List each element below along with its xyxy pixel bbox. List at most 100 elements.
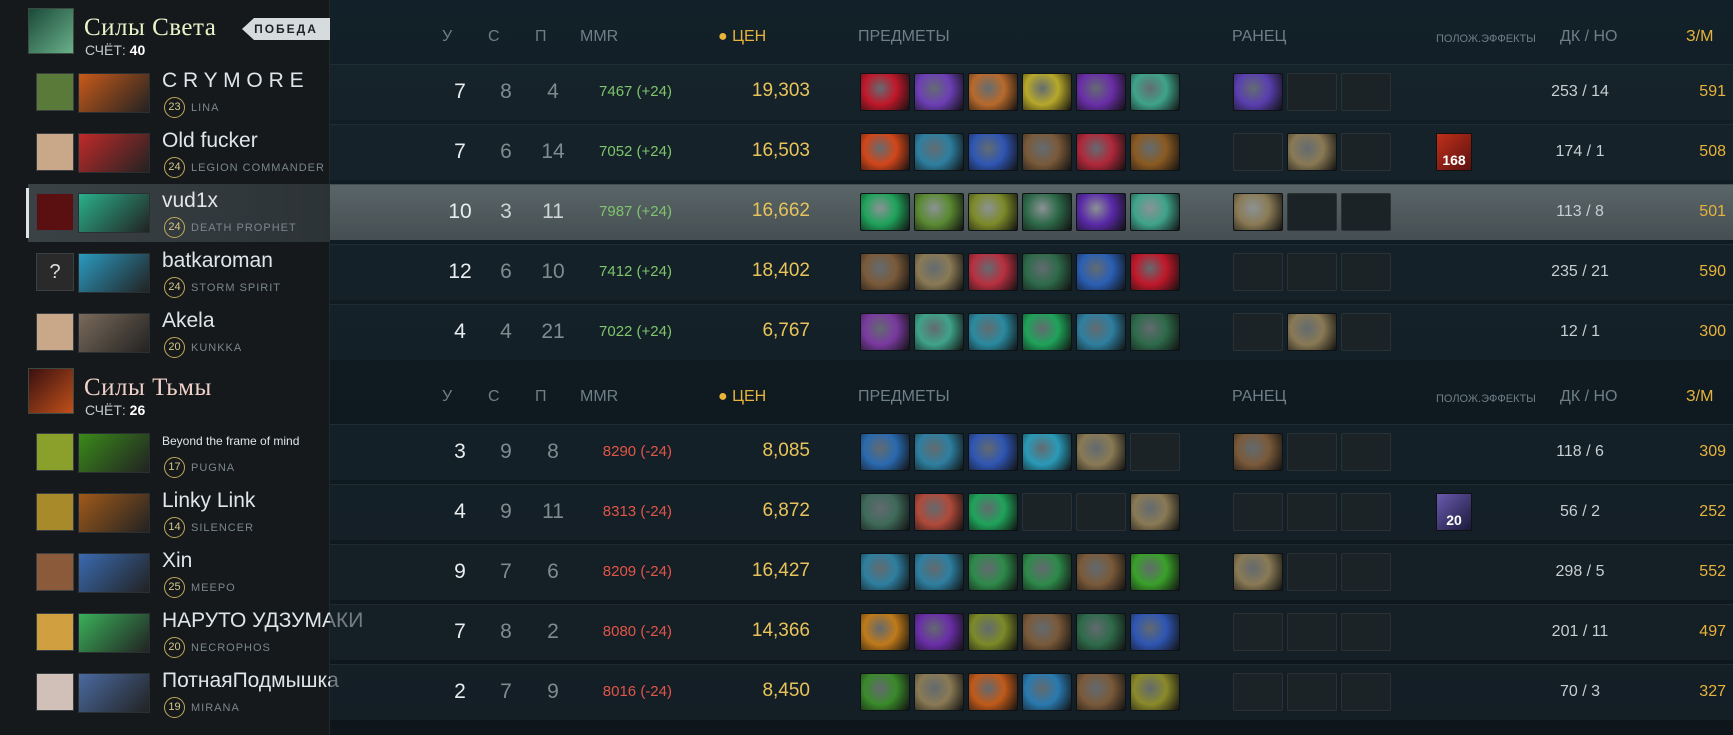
player-name[interactable]: ПотнаяПодмышка: [162, 669, 339, 693]
backpack-item-icon[interactable]: [1233, 73, 1283, 111]
player-row[interactable]: ? batkaroman 24 STORM SPIRIT: [28, 244, 330, 302]
player-row[interactable]: C R Y M O R E 23 LINA: [28, 64, 330, 122]
empty-backpack-slot[interactable]: [1287, 73, 1337, 111]
column-header-gpm[interactable]: З/М: [1686, 388, 1713, 406]
empty-item-slot[interactable]: [1076, 493, 1126, 531]
player-row[interactable]: vud1x 24 DEATH PROPHET: [26, 184, 330, 242]
empty-backpack-slot[interactable]: [1341, 313, 1391, 351]
item-icon[interactable]: [914, 493, 964, 531]
item-icon[interactable]: [1022, 73, 1072, 111]
column-header-backpack[interactable]: РАНЕЦ: [1232, 388, 1286, 406]
player-row[interactable]: НАРУТО УДЗУМАКИ 20 NECROPHOS: [28, 604, 363, 662]
avatar[interactable]: [36, 133, 74, 171]
player-name[interactable]: C R Y M O R E: [162, 69, 304, 93]
item-icon[interactable]: [1076, 73, 1126, 111]
item-icon[interactable]: [860, 73, 910, 111]
column-header-mmr[interactable]: MMR: [580, 388, 618, 406]
column-header-gpm[interactable]: З/М: [1686, 28, 1713, 46]
empty-backpack-slot[interactable]: [1287, 193, 1337, 231]
column-header-lhdn[interactable]: ДК / НО: [1560, 28, 1618, 46]
backpack-item-icon[interactable]: [1233, 193, 1283, 231]
empty-item-slot[interactable]: [1130, 433, 1180, 471]
item-icon[interactable]: [860, 313, 910, 351]
item-icon[interactable]: [1076, 193, 1126, 231]
column-header-lhdn[interactable]: ДК / НО: [1560, 388, 1618, 406]
item-icon[interactable]: [914, 433, 964, 471]
item-icon[interactable]: [1022, 553, 1072, 591]
item-icon[interactable]: [1076, 673, 1126, 711]
item-icon[interactable]: [860, 673, 910, 711]
item-icon[interactable]: [914, 673, 964, 711]
item-icon[interactable]: [860, 133, 910, 171]
player-name[interactable]: batkaroman: [162, 249, 273, 273]
item-icon[interactable]: [914, 253, 964, 291]
avatar[interactable]: [36, 73, 74, 111]
item-icon[interactable]: [1076, 433, 1126, 471]
buff-icon[interactable]: 168: [1436, 133, 1472, 171]
item-icon[interactable]: [860, 433, 910, 471]
column-header-a[interactable]: П: [535, 28, 547, 46]
item-icon[interactable]: [914, 73, 964, 111]
avatar[interactable]: [36, 613, 74, 651]
column-header-d[interactable]: С: [488, 388, 500, 406]
column-header-a[interactable]: П: [535, 388, 547, 406]
item-icon[interactable]: [1130, 613, 1180, 651]
item-icon[interactable]: [860, 253, 910, 291]
item-icon[interactable]: [914, 313, 964, 351]
item-icon[interactable]: [1022, 433, 1072, 471]
empty-backpack-slot[interactable]: [1341, 133, 1391, 171]
item-icon[interactable]: [1022, 193, 1072, 231]
item-icon[interactable]: [914, 133, 964, 171]
empty-item-slot[interactable]: [1022, 493, 1072, 531]
player-row[interactable]: Beyond the frame of mind 17 PUGNA: [28, 424, 330, 482]
column-header-buffs[interactable]: ПОЛОЖ.ЭФФЕКТЫ: [1436, 33, 1536, 45]
avatar[interactable]: [36, 553, 74, 591]
item-icon[interactable]: [860, 193, 910, 231]
avatar[interactable]: [36, 433, 74, 471]
backpack-item-icon[interactable]: [1233, 433, 1283, 471]
column-header-networth[interactable]: ● ЦЕН: [718, 388, 766, 406]
empty-backpack-slot[interactable]: [1287, 433, 1337, 471]
empty-backpack-slot[interactable]: [1233, 613, 1283, 651]
empty-backpack-slot[interactable]: [1341, 73, 1391, 111]
item-icon[interactable]: [1022, 313, 1072, 351]
column-header-d[interactable]: С: [488, 28, 500, 46]
empty-backpack-slot[interactable]: [1341, 493, 1391, 531]
item-icon[interactable]: [968, 553, 1018, 591]
column-header-items[interactable]: ПРЕДМЕТЫ: [858, 28, 950, 46]
item-icon[interactable]: [1130, 133, 1180, 171]
empty-backpack-slot[interactable]: [1287, 253, 1337, 291]
item-icon[interactable]: [968, 73, 1018, 111]
column-header-k[interactable]: У: [442, 28, 452, 46]
item-icon[interactable]: [1130, 313, 1180, 351]
empty-backpack-slot[interactable]: [1233, 493, 1283, 531]
item-icon[interactable]: [1076, 553, 1126, 591]
player-row[interactable]: Linky Link 14 SILENCER: [28, 484, 330, 542]
item-icon[interactable]: [968, 133, 1018, 171]
item-icon[interactable]: [968, 433, 1018, 471]
column-header-buffs[interactable]: ПОЛОЖ.ЭФФЕКТЫ: [1436, 393, 1536, 405]
empty-backpack-slot[interactable]: [1233, 673, 1283, 711]
column-header-k[interactable]: У: [442, 388, 452, 406]
item-icon[interactable]: [860, 493, 910, 531]
empty-backpack-slot[interactable]: [1341, 673, 1391, 711]
empty-backpack-slot[interactable]: [1341, 253, 1391, 291]
item-icon[interactable]: [968, 193, 1018, 231]
empty-backpack-slot[interactable]: [1287, 493, 1337, 531]
empty-backpack-slot[interactable]: [1341, 433, 1391, 471]
player-name[interactable]: Beyond the frame of mind: [162, 434, 299, 448]
item-icon[interactable]: [968, 253, 1018, 291]
item-icon[interactable]: [914, 193, 964, 231]
item-icon[interactable]: [1022, 133, 1072, 171]
item-icon[interactable]: [1130, 553, 1180, 591]
player-row[interactable]: Xin 25 MEEPO: [28, 544, 330, 602]
avatar[interactable]: ?: [36, 253, 74, 291]
player-name[interactable]: Akela: [162, 309, 215, 333]
empty-backpack-slot[interactable]: [1233, 133, 1283, 171]
item-icon[interactable]: [1076, 613, 1126, 651]
item-icon[interactable]: [860, 613, 910, 651]
item-icon[interactable]: [968, 313, 1018, 351]
item-icon[interactable]: [1130, 253, 1180, 291]
empty-backpack-slot[interactable]: [1233, 313, 1283, 351]
empty-backpack-slot[interactable]: [1341, 613, 1391, 651]
